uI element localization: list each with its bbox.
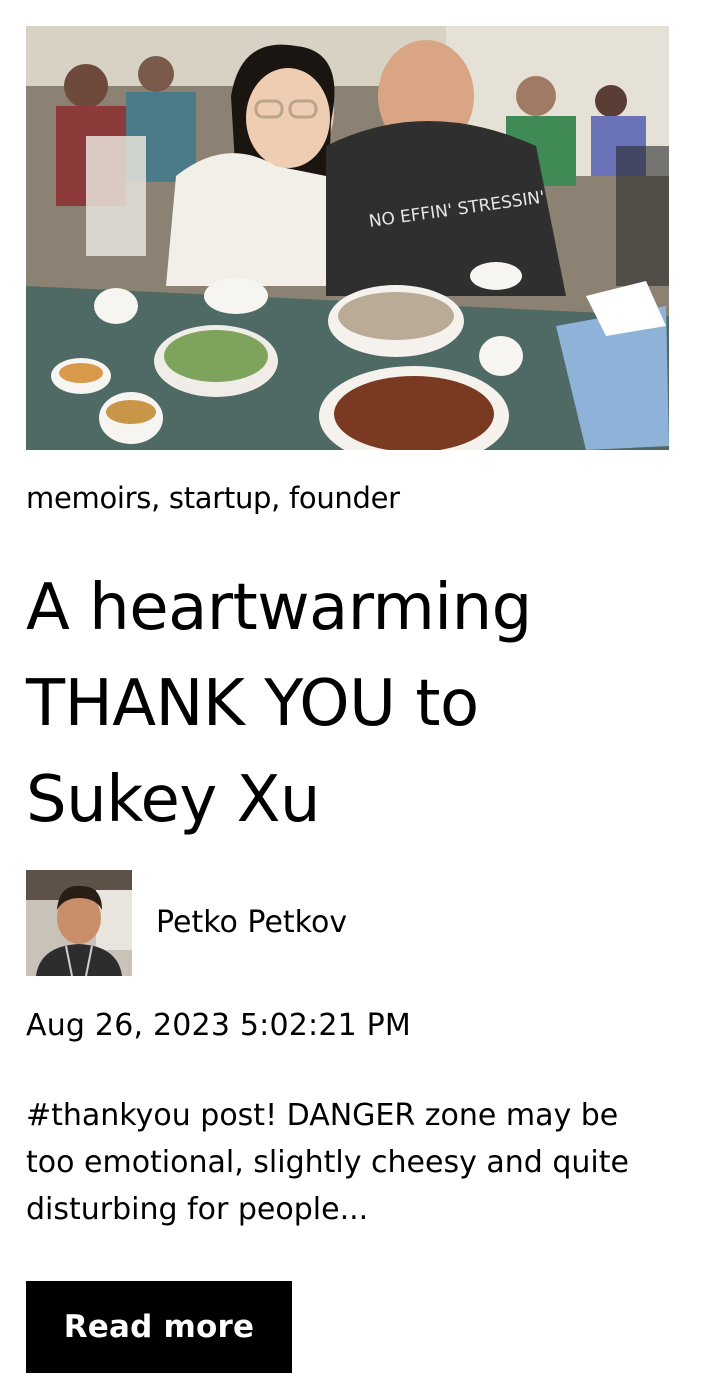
post-tags[interactable]: memoirs, startup, founder bbox=[26, 478, 669, 518]
author-avatar[interactable] bbox=[26, 870, 132, 976]
blog-post-card: NO EFFIN' STRESSIN' memoirs, startup, fo… bbox=[26, 26, 669, 1373]
post-hero-image[interactable]: NO EFFIN' STRESSIN' bbox=[26, 26, 669, 450]
post-date: Aug 26, 2023 5:02:21 PM bbox=[26, 1008, 412, 1043]
post-author: Petko Petkov bbox=[26, 870, 669, 976]
post-excerpt: #thankyou post! DANGER zone may be too e… bbox=[26, 1098, 629, 1227]
post-title[interactable]: A heartwarming THANK YOU to Sukey Xu bbox=[26, 560, 626, 848]
author-name[interactable]: Petko Petkov bbox=[156, 903, 347, 943]
read-more-button[interactable]: Read more bbox=[26, 1281, 292, 1373]
